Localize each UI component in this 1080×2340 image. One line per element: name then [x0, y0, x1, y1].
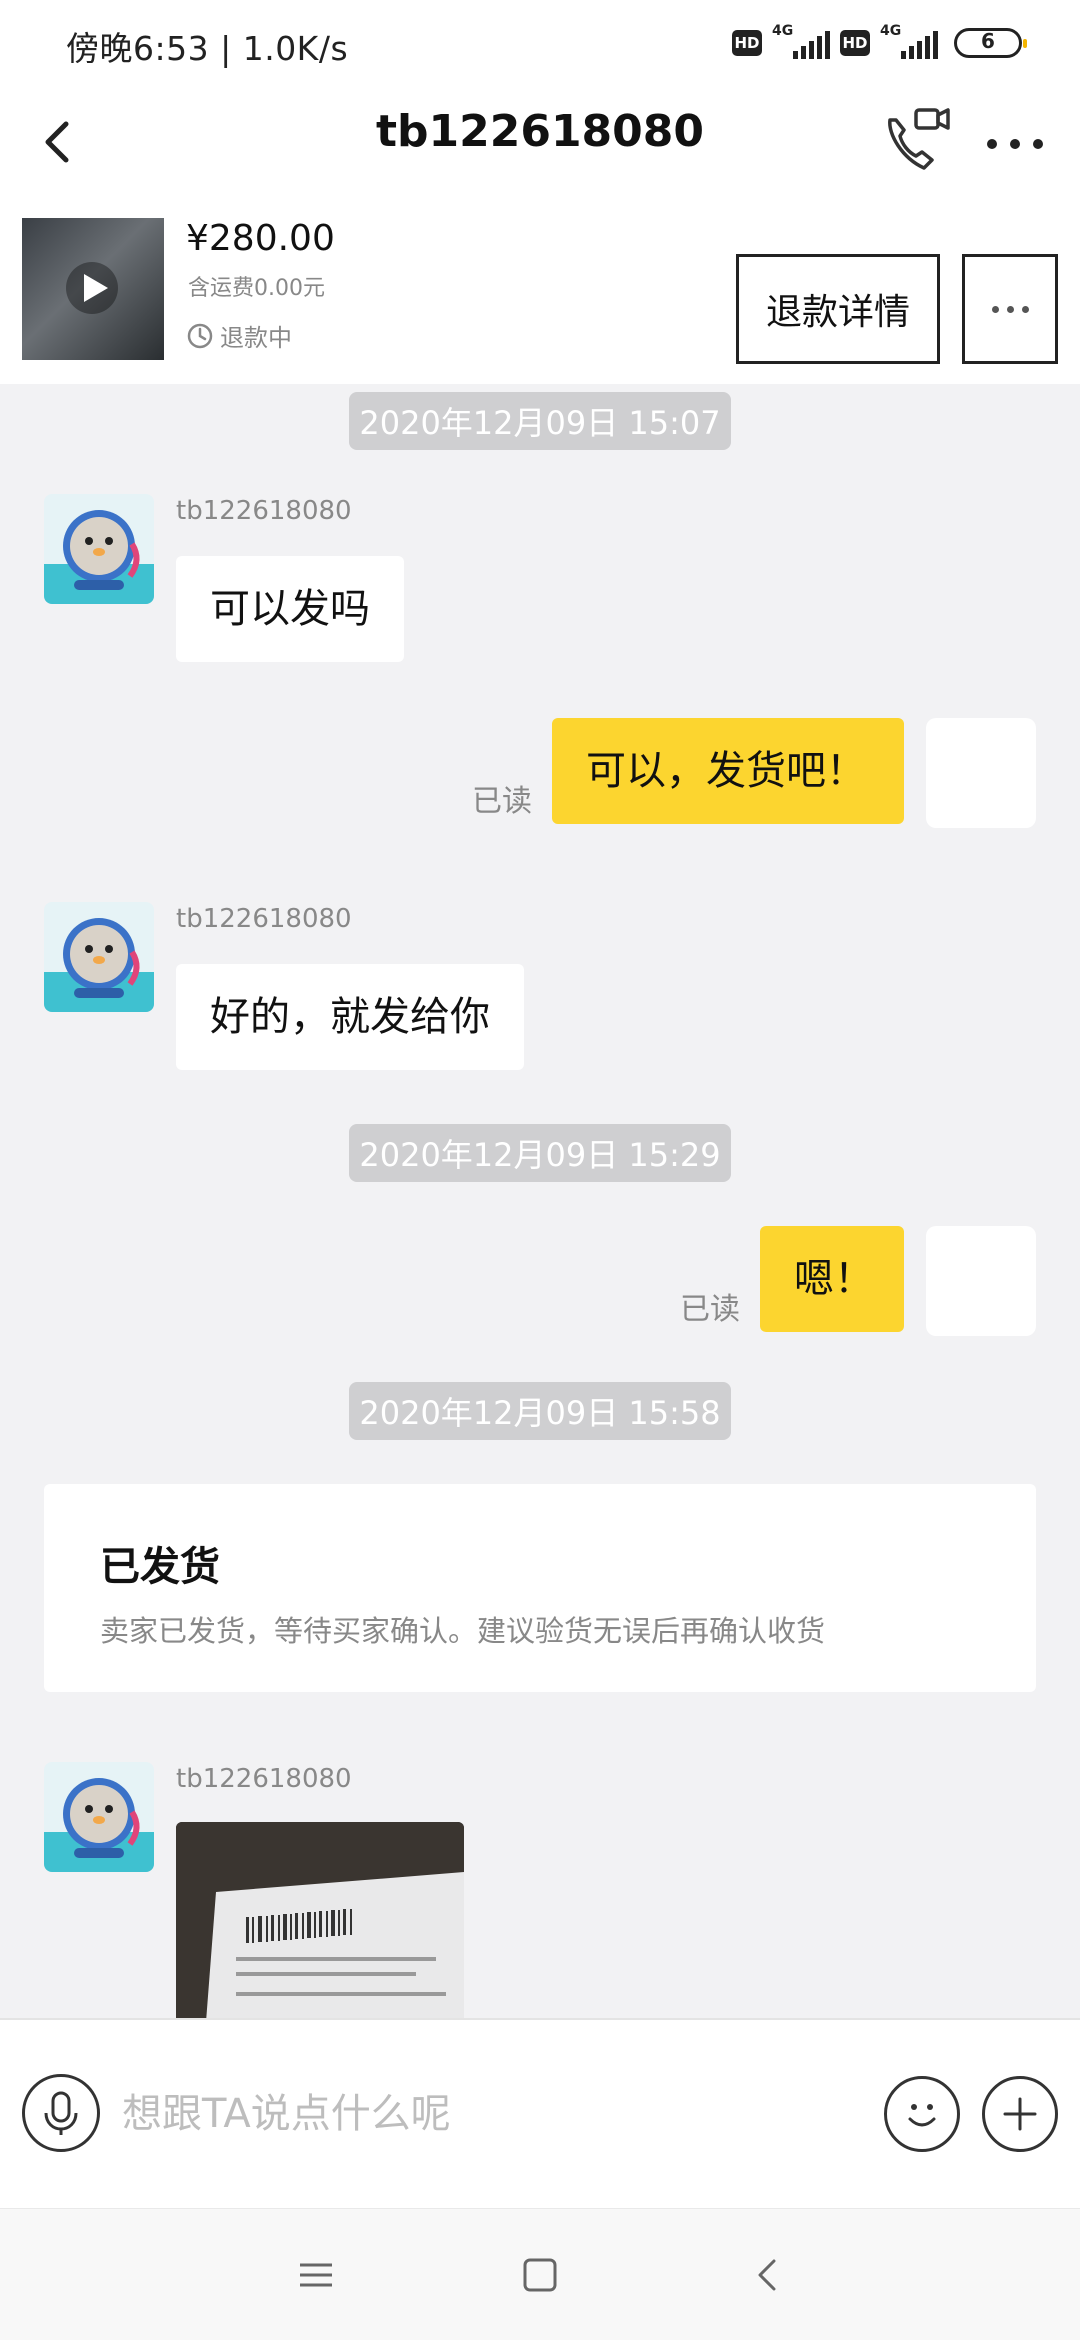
status-bar: 傍晚6:53 | 1.0K/s HD 4G HD 4G 6 [0, 0, 1080, 84]
cat-avatar-icon [44, 510, 154, 604]
home-button[interactable] [510, 2245, 570, 2305]
signal-icon-2: 4G [880, 23, 938, 59]
system-nav-bar [0, 2208, 1080, 2340]
recents-button[interactable] [286, 2245, 346, 2305]
emoji-button[interactable] [884, 2076, 960, 2152]
battery-icon: 6 [954, 28, 1027, 58]
timestamp: 2020年12月09日 15:58 [0, 1382, 1080, 1440]
chat-header: tb122618080 [0, 84, 1080, 204]
sender-name: tb122618080 [176, 1764, 352, 1794]
incoming-message[interactable]: 好的，就发给你 [176, 964, 524, 1070]
voice-input-button[interactable] [22, 2074, 100, 2152]
outgoing-message[interactable]: 嗯！ [760, 1226, 904, 1332]
read-receipt: 已读 [680, 1292, 740, 1327]
sender-name: tb122618080 [176, 496, 352, 526]
refund-details-button[interactable]: 退款详情 [736, 254, 940, 364]
status-indicators: HD 4G HD 4G 6 [732, 23, 1027, 60]
status-time-speed: 傍晚6:53 | 1.0K/s [66, 29, 349, 68]
more-icon [987, 139, 1043, 149]
incoming-message[interactable]: 可以发吗 [176, 556, 404, 662]
message-input[interactable] [122, 2074, 862, 2154]
message-input-bar [0, 2018, 1080, 2208]
timestamp: 2020年12月09日 15:29 [0, 1124, 1080, 1182]
avatar[interactable] [44, 494, 154, 604]
microphone-icon [44, 2091, 78, 2135]
product-card[interactable]: ¥280.00 含运费0.00元 退款中 退款详情 [0, 204, 1080, 384]
shipment-title: 已发货 [100, 1544, 220, 1590]
refund-status-label: 退款中 [220, 324, 292, 352]
timestamp: 2020年12月09日 15:07 [0, 392, 1080, 450]
avatar[interactable] [44, 1762, 154, 1872]
chat-area[interactable]: 2020年12月09日 15:07 tb122618080 可以发吗 已读 可以… [0, 384, 1080, 2018]
more-button[interactable] [980, 114, 1050, 174]
play-icon [66, 262, 118, 314]
shipment-description: 卖家已发货，等待买家确认。建议验货无误后再确认收货 [100, 1614, 826, 1648]
hd-badge-1: HD [732, 30, 762, 56]
avatar[interactable] [44, 902, 154, 1012]
cat-avatar-icon [44, 918, 154, 1012]
back-chevron-icon [758, 2259, 776, 2291]
shipping-fee: 含运费0.00元 [188, 276, 325, 301]
hd-badge-2: HD [840, 30, 870, 56]
product-thumbnail[interactable] [22, 218, 164, 360]
clock-icon [187, 323, 213, 348]
signal-icon: 4G [772, 23, 830, 59]
shipping-label-photo [176, 1822, 464, 2018]
phone-video-icon [888, 108, 950, 170]
system-back-button[interactable] [738, 2245, 798, 2305]
outgoing-message[interactable]: 可以，发货吧！ [552, 718, 904, 824]
add-attachment-button[interactable] [982, 2076, 1058, 2152]
smiley-icon [908, 2104, 936, 2127]
read-receipt: 已读 [472, 784, 532, 819]
home-square-icon [523, 2258, 557, 2292]
plus-icon [1003, 2097, 1037, 2131]
refund-status: 退款中 [186, 318, 292, 353]
sender-name: tb122618080 [176, 904, 352, 934]
image-message[interactable] [176, 1822, 464, 2018]
self-avatar[interactable] [926, 718, 1036, 828]
shipment-status-card[interactable]: 已发货 卖家已发货，等待买家确认。建议验货无误后再确认收货 [44, 1484, 1036, 1692]
product-price: ¥280.00 [186, 218, 335, 259]
menu-icon [300, 2263, 332, 2287]
call-button[interactable] [876, 102, 956, 182]
card-more-button[interactable] [962, 254, 1058, 364]
cat-avatar-icon [44, 1778, 154, 1872]
self-avatar[interactable] [926, 1226, 1036, 1336]
